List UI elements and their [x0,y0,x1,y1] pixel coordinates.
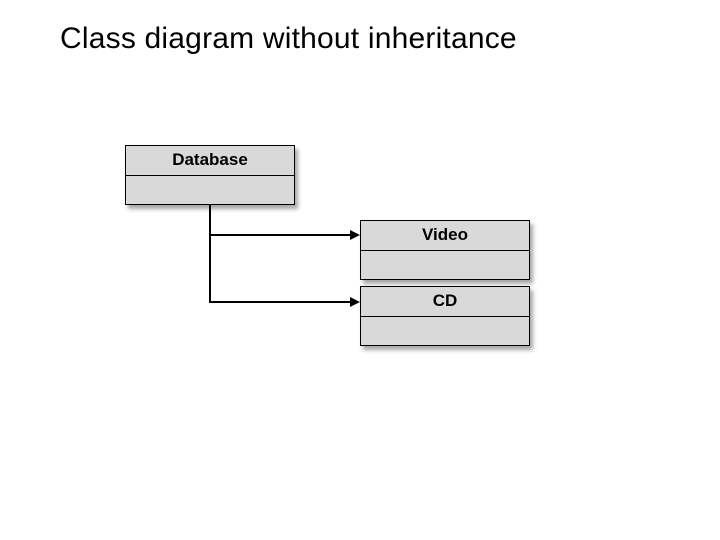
class-name-database: Database [126,146,294,176]
class-body-video [361,251,529,279]
class-body-cd [361,317,529,345]
connector-segment [209,301,351,303]
class-box-cd: CD [360,286,530,346]
class-box-database: Database [125,145,295,205]
arrowhead-icon [350,230,360,240]
connector-segment [209,205,211,302]
arrowhead-icon [350,297,360,307]
connector-segment [209,234,351,236]
class-body-database [126,176,294,204]
class-name-video: Video [361,221,529,251]
uml-diagram: Database Video CD [0,0,720,540]
class-box-video: Video [360,220,530,280]
class-name-cd: CD [361,287,529,317]
